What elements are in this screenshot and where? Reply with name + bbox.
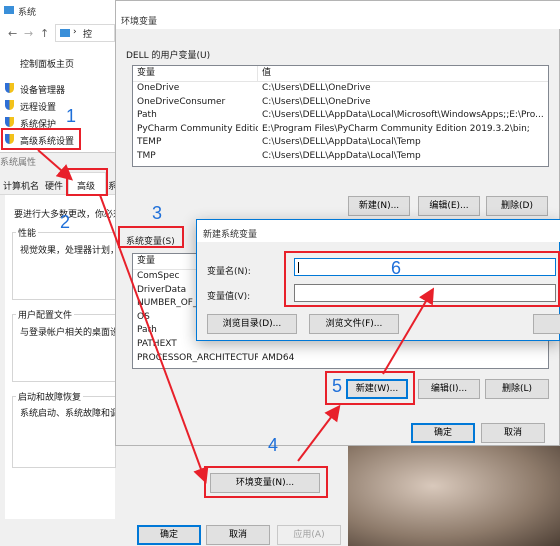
arrow-to-new-button: [297, 404, 341, 462]
arrow-to-env-button: [99, 194, 209, 484]
arrow-to-fields: [382, 287, 435, 375]
annotation-arrows: [37, 149, 435, 484]
arrow-to-advanced-tab: [37, 149, 74, 181]
